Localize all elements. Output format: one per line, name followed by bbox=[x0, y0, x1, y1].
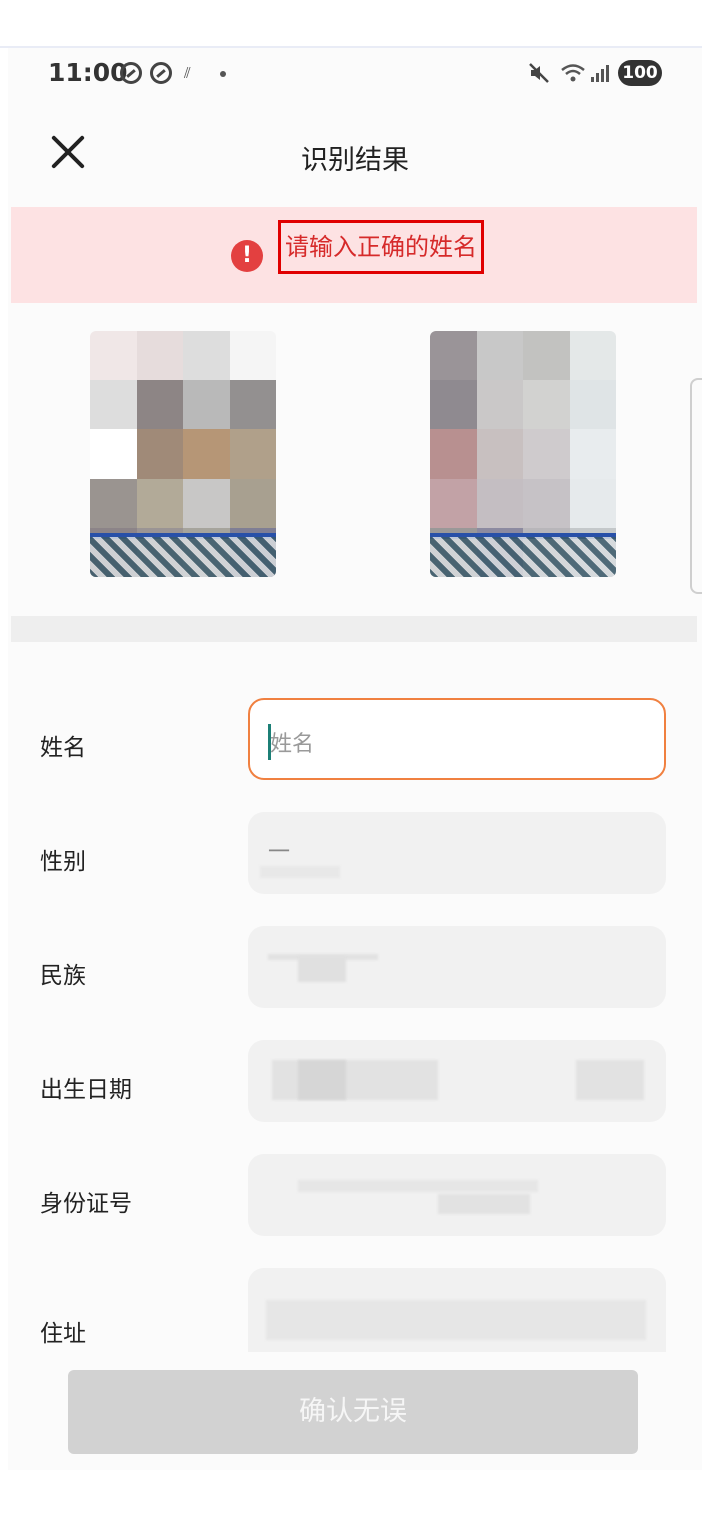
signal-icon bbox=[591, 65, 609, 82]
ethnicity-field[interactable] bbox=[248, 926, 666, 1008]
wifi-icon bbox=[561, 64, 585, 82]
ethnicity-label: 民族 bbox=[40, 963, 86, 989]
data-saver-icon: ⫽ bbox=[184, 64, 191, 82]
redacted-text bbox=[266, 1300, 646, 1340]
address-label: 住址 bbox=[40, 1321, 86, 1347]
birthdate-label: 出生日期 bbox=[40, 1077, 132, 1103]
id-number-label: 身份证号 bbox=[40, 1191, 132, 1217]
vpn-icon bbox=[150, 62, 172, 84]
gender-field[interactable]: 一 bbox=[248, 812, 666, 894]
redacted-text bbox=[298, 956, 346, 982]
error-banner: ! 请输入正确的姓名 bbox=[11, 207, 697, 303]
status-bar: 11:00 ⫽ 100 bbox=[8, 48, 702, 102]
status-time: 11:00 bbox=[48, 58, 128, 87]
id-card-back-image[interactable] bbox=[430, 331, 616, 577]
name-placeholder: 姓名 bbox=[270, 732, 315, 757]
redacted-text bbox=[298, 1060, 346, 1100]
app-screen: 11:00 ⫽ 100 识别结果 ! 请输入正确的姓名 姓名 姓名 性别 一 民… bbox=[8, 48, 702, 1470]
mute-icon bbox=[529, 63, 549, 83]
nav-header: 识别结果 bbox=[8, 102, 702, 202]
id-card-front-image[interactable] bbox=[90, 331, 276, 577]
page-title: 识别结果 bbox=[301, 145, 409, 176]
vpn-icon bbox=[120, 62, 142, 84]
redacted-text bbox=[576, 1060, 644, 1100]
section-divider bbox=[11, 616, 697, 642]
carousel-edge bbox=[690, 378, 702, 594]
name-label: 姓名 bbox=[40, 735, 86, 761]
battery-indicator: 100 bbox=[618, 60, 662, 86]
redacted-text bbox=[438, 1194, 530, 1214]
notification-dot-icon bbox=[220, 71, 226, 77]
gender-label: 性别 bbox=[40, 849, 86, 875]
birthdate-field[interactable] bbox=[248, 1040, 666, 1122]
redacted-text bbox=[272, 1060, 438, 1100]
id-number-field[interactable] bbox=[248, 1154, 666, 1236]
redacted-text bbox=[298, 1180, 538, 1192]
name-input[interactable]: 姓名 bbox=[248, 698, 666, 780]
error-message: 请输入正确的姓名 bbox=[278, 220, 484, 274]
redacted-text bbox=[260, 866, 340, 878]
error-icon: ! bbox=[231, 240, 263, 272]
gender-value: 一 bbox=[268, 840, 291, 865]
address-field[interactable] bbox=[248, 1268, 666, 1352]
confirm-button[interactable]: 确认无误 bbox=[68, 1370, 638, 1454]
